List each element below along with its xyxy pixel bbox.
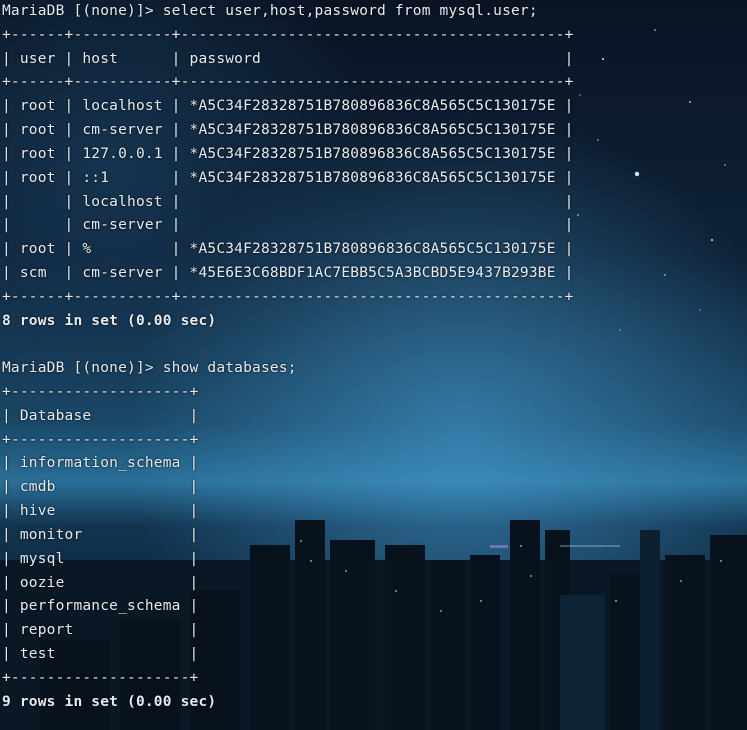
table-border: +--------------------+ xyxy=(2,669,199,686)
table-row: | root | cm-server | *A5C34F28328751B780… xyxy=(2,122,574,139)
table-row: | oozie | xyxy=(2,574,199,591)
result-summary: 8 rows in set (0.00 sec) xyxy=(2,312,217,329)
table-row: | information_schema | xyxy=(2,455,199,472)
table-row: | scm | cm-server | *45E6E3C68BDF1AC7EBB… xyxy=(2,264,574,281)
table-row: | Database | xyxy=(2,407,199,424)
table-row: | hive | xyxy=(2,503,199,520)
table-row: | test | xyxy=(2,645,199,662)
table-row: | root | localhost | *A5C34F28328751B780… xyxy=(2,98,574,115)
prompt-line: MariaDB [(none)]> show databases; xyxy=(2,360,297,377)
table-row: | monitor | xyxy=(2,526,199,543)
prompt-line: MariaDB [(none)]> select user,host,passw… xyxy=(2,3,538,19)
table-row: | user | host | password | xyxy=(2,50,574,67)
table-row: | root | 127.0.0.1 | *A5C34F28328751B780… xyxy=(2,145,574,162)
result-summary: 9 rows in set (0.00 sec) xyxy=(2,693,217,710)
table-row: | root | ::1 | *A5C34F28328751B780896836… xyxy=(2,169,574,186)
table-border: +--------------------+ xyxy=(2,384,199,400)
table-border: +------+-----------+--------------------… xyxy=(2,74,574,91)
table-row: | | cm-server | | xyxy=(2,217,574,234)
table-row: | performance_schema | xyxy=(2,598,199,615)
table-row: | mysql | xyxy=(2,550,199,567)
table-row: | | localhost | | xyxy=(2,193,574,210)
table-row: | report | xyxy=(2,622,199,639)
table-border: +------+-----------+--------------------… xyxy=(2,26,574,43)
table-border: +--------------------+ xyxy=(2,431,199,448)
table-border: +------+-----------+--------------------… xyxy=(2,288,574,305)
table-row: | cmdb | xyxy=(2,479,199,496)
table-row: | root | % | *A5C34F28328751B780896836C8… xyxy=(2,241,574,258)
terminal-output: MariaDB [(none)]> select user,host,passw… xyxy=(2,0,574,714)
